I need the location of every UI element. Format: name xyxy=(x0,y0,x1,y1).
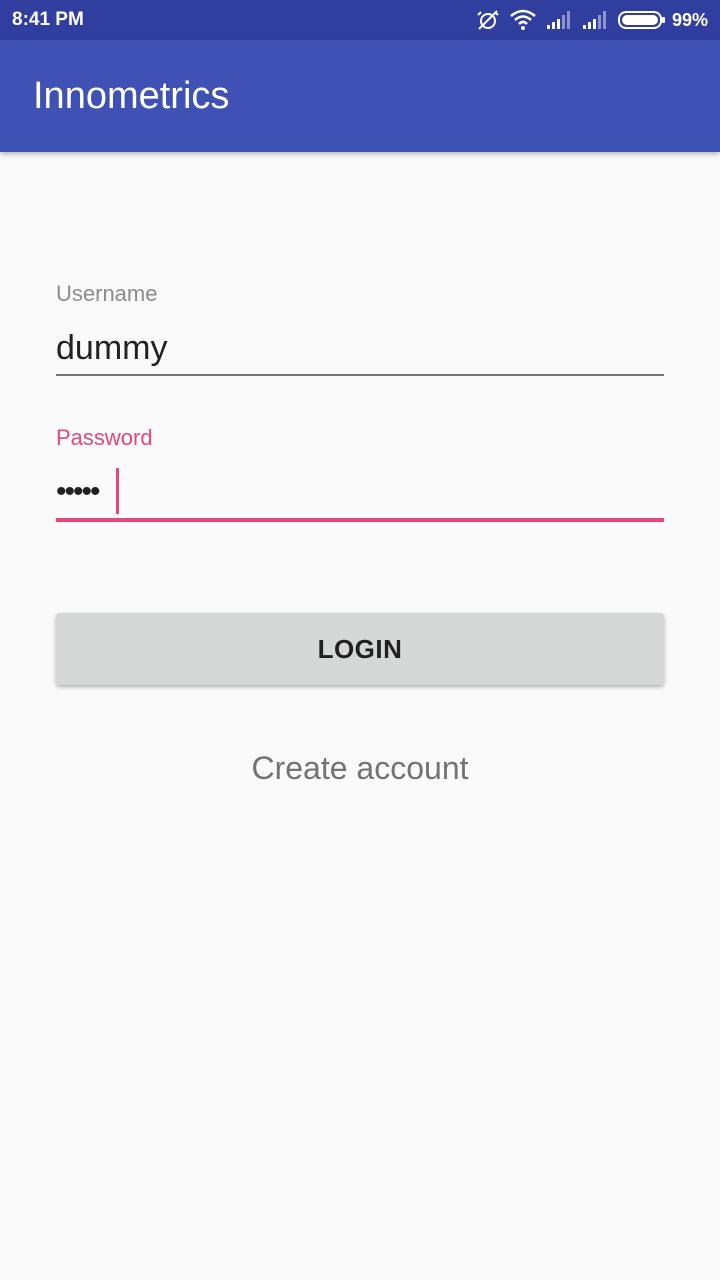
login-button-label: LOGIN xyxy=(317,633,403,664)
status-time: 8:41 PM xyxy=(12,9,84,30)
username-value: dummy xyxy=(56,329,168,367)
signal-icon xyxy=(582,10,608,30)
wifi-icon xyxy=(510,9,536,31)
app-title: Innometrics xyxy=(33,75,230,117)
create-account-link[interactable]: Create account xyxy=(0,748,720,788)
password-field[interactable]: ••••• xyxy=(56,468,664,522)
password-value: ••••• xyxy=(56,475,100,508)
status-icons: 99% xyxy=(466,8,708,32)
login-button[interactable]: LOGIN xyxy=(56,613,664,685)
signal-icon xyxy=(546,10,572,30)
app-bar: Innometrics xyxy=(0,40,720,152)
battery-percent: 99% xyxy=(671,10,708,30)
status-bar: 8:41 PM 99% xyxy=(0,0,720,40)
username-field[interactable]: dummy xyxy=(56,326,664,376)
battery-icon xyxy=(617,10,666,30)
alarm-off-icon xyxy=(476,8,500,32)
text-cursor xyxy=(116,468,119,514)
password-label: Password xyxy=(56,425,153,450)
username-label: Username xyxy=(56,281,158,306)
